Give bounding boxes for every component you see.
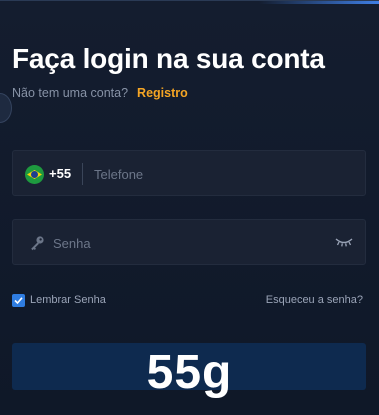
phone-input[interactable]: [94, 165, 344, 183]
login-button[interactable]: [12, 343, 366, 390]
side-handle[interactable]: [0, 93, 12, 123]
password-field[interactable]: [12, 219, 366, 265]
register-prompt: Não tem uma conta? Registro: [12, 86, 188, 100]
password-input[interactable]: [53, 234, 323, 252]
page-title: Faça login na sua conta: [12, 43, 325, 74]
dial-code[interactable]: +55: [49, 166, 71, 181]
eye-closed-icon[interactable]: [335, 236, 353, 248]
no-account-text: Não tem uma conta?: [12, 86, 129, 100]
key-icon: [31, 236, 44, 251]
forgot-password-link[interactable]: Esqueceu a senha?: [266, 294, 363, 306]
remember-checkbox[interactable]: [12, 294, 25, 307]
remember-label[interactable]: Lembrar Senha: [30, 294, 106, 306]
phone-field[interactable]: +55: [12, 150, 366, 196]
checkmark-icon: [14, 297, 23, 305]
register-link[interactable]: Registro: [137, 86, 188, 100]
field-divider: [82, 163, 83, 185]
brazil-flag-icon[interactable]: [25, 165, 44, 184]
login-panel: Faça login na sua conta Não tem uma cont…: [0, 0, 379, 415]
top-accent-line: [259, 1, 379, 4]
